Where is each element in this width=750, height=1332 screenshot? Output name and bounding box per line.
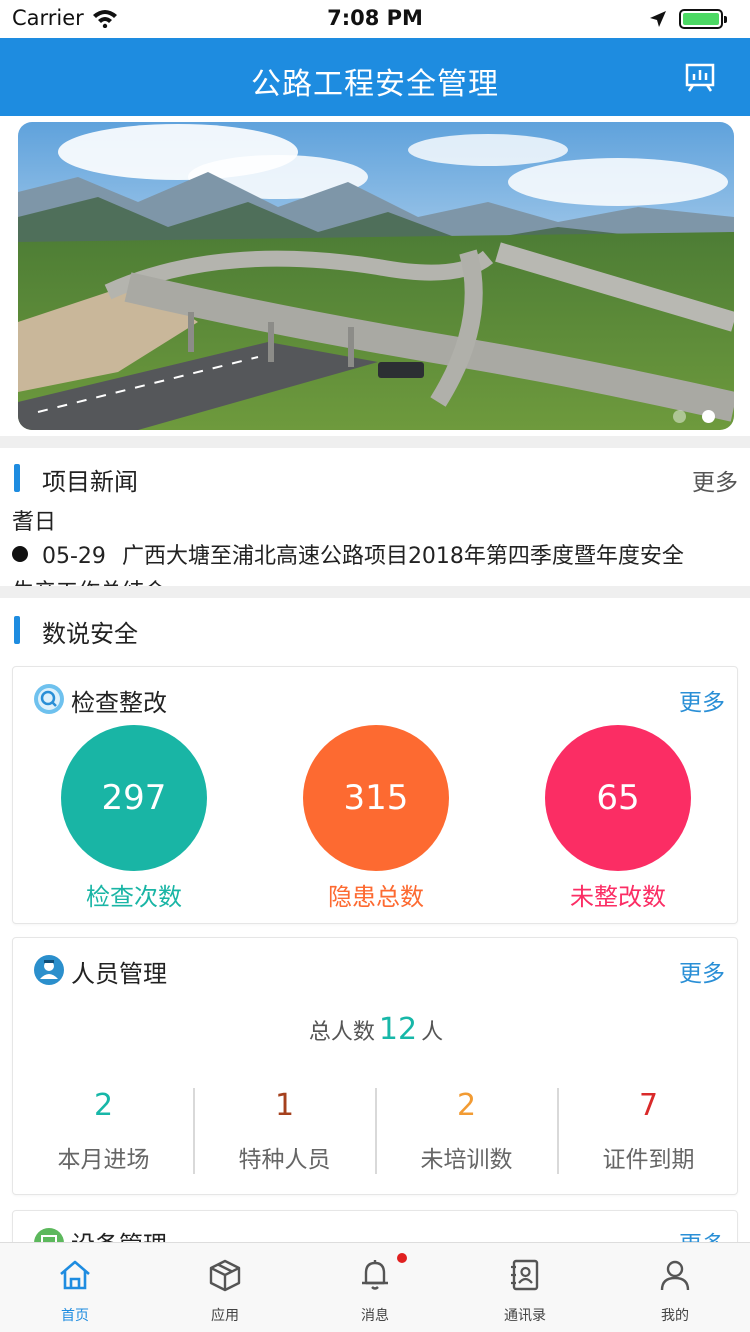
- news-subtitle: 耆日: [12, 510, 57, 535]
- tab-home[interactable]: 首页: [0, 1243, 150, 1332]
- user-icon: [34, 955, 64, 985]
- stat-value: 1: [274, 1088, 295, 1123]
- total-headcount: 总人数 12 人: [13, 1012, 739, 1047]
- tab-contacts[interactable]: 通讯录: [450, 1243, 600, 1332]
- inspection-title: 检查整改: [71, 689, 167, 717]
- total-unit: 人: [421, 1020, 444, 1045]
- home-icon: [60, 1260, 90, 1290]
- stat-value: 2: [93, 1088, 114, 1123]
- tab-profile[interactable]: 我的: [600, 1243, 750, 1332]
- inspection-more-link[interactable]: 更多: [679, 683, 725, 717]
- news-text: 广西大塘至浦北高速公路项目2018年第四季度暨年度安全: [121, 544, 684, 569]
- tab-label: 通讯录: [504, 1308, 546, 1324]
- bullet-icon: [12, 546, 28, 562]
- data-section-title: 数说安全: [42, 620, 138, 648]
- personnel-card: 人员管理 更多 总人数 12 人 2 本月进场 1 特种人员 2 未培训数 7 证件…: [12, 937, 738, 1195]
- personnel-title: 人员管理: [71, 960, 167, 988]
- battery-icon: [679, 9, 727, 29]
- total-value: 12: [378, 1012, 418, 1047]
- news-date: 05-29: [42, 544, 106, 569]
- chart-icon[interactable]: [684, 62, 716, 92]
- bell-icon: [362, 1260, 388, 1290]
- hazard-total-label: 隐患总数: [328, 883, 424, 911]
- personnel-more-link[interactable]: 更多: [679, 954, 725, 988]
- stat-label: 证件到期: [602, 1147, 695, 1173]
- banner-section: [0, 116, 750, 436]
- news-section: 项目新闻 更多 耆日 05-29 广西大塘至浦北高速公路项目2018年第四季度暨年…: [0, 448, 750, 586]
- data-safety-section: 数说安全 检查整改 更多 297 检查次数 315 隐患总数 65 未整改数 人…: [0, 598, 750, 1248]
- highway-photo: [18, 122, 734, 430]
- stat-label: 特种人员: [238, 1147, 331, 1173]
- tab-label: 首页: [61, 1308, 89, 1324]
- location-arrow-icon: [650, 11, 666, 27]
- clock: 7:08 PM: [327, 6, 423, 30]
- contacts-icon: [511, 1259, 539, 1291]
- inspection-count-circle[interactable]: 297: [61, 725, 207, 871]
- stat-month-entry[interactable]: 2 本月进场: [13, 1088, 194, 1174]
- stat-value: 2: [456, 1088, 477, 1123]
- section-marker: [14, 464, 20, 492]
- hazard-total-circle[interactable]: 315: [303, 725, 449, 871]
- tab-messages[interactable]: 消息: [300, 1243, 450, 1332]
- banner-carousel[interactable]: [18, 122, 734, 430]
- news-item[interactable]: 05-29 广西大塘至浦北高速公路项目2018年第四季度暨年度安全: [12, 538, 684, 570]
- tab-apps[interactable]: 应用: [150, 1243, 300, 1332]
- stat-label: 未培训数: [420, 1147, 513, 1173]
- page-title: 公路工程安全管理: [251, 67, 499, 102]
- tab-label: 应用: [211, 1308, 239, 1324]
- stat-special-staff[interactable]: 1 特种人员: [194, 1088, 375, 1174]
- news-item-clipped[interactable]: 生产工作总结会: [12, 574, 166, 586]
- stat-value: 7: [638, 1088, 659, 1123]
- tab-label: 消息: [361, 1308, 389, 1324]
- carousel-dot[interactable]: [673, 410, 686, 423]
- stat-label: 本月进场: [57, 1147, 150, 1173]
- nav-header: 公路工程安全管理: [0, 38, 750, 116]
- stat-untrained[interactable]: 2 未培训数: [376, 1088, 557, 1174]
- notification-badge: [397, 1253, 407, 1263]
- search-icon: [34, 684, 64, 714]
- status-bar: Carrier 7:08 PM: [0, 0, 750, 38]
- tab-bar: 首页 应用 消息 通讯录 我的: [0, 1242, 750, 1332]
- unrectified-circle[interactable]: 65: [545, 725, 691, 871]
- total-label: 总人数: [308, 1020, 375, 1045]
- profile-icon: [660, 1260, 690, 1291]
- news-title: 项目新闻: [42, 468, 138, 496]
- carousel-dot-active[interactable]: [702, 410, 715, 423]
- inspection-card: 检查整改 更多 297 检查次数 315 隐患总数 65 未整改数: [12, 666, 738, 924]
- unrectified-label: 未整改数: [570, 883, 666, 911]
- box-icon: [209, 1259, 241, 1292]
- stat-cert-expiry[interactable]: 7 证件到期: [558, 1088, 739, 1174]
- tab-label: 我的: [661, 1308, 689, 1324]
- news-more-link[interactable]: 更多: [692, 463, 738, 497]
- inspection-count-label: 检查次数: [86, 883, 182, 911]
- section-marker: [14, 616, 20, 644]
